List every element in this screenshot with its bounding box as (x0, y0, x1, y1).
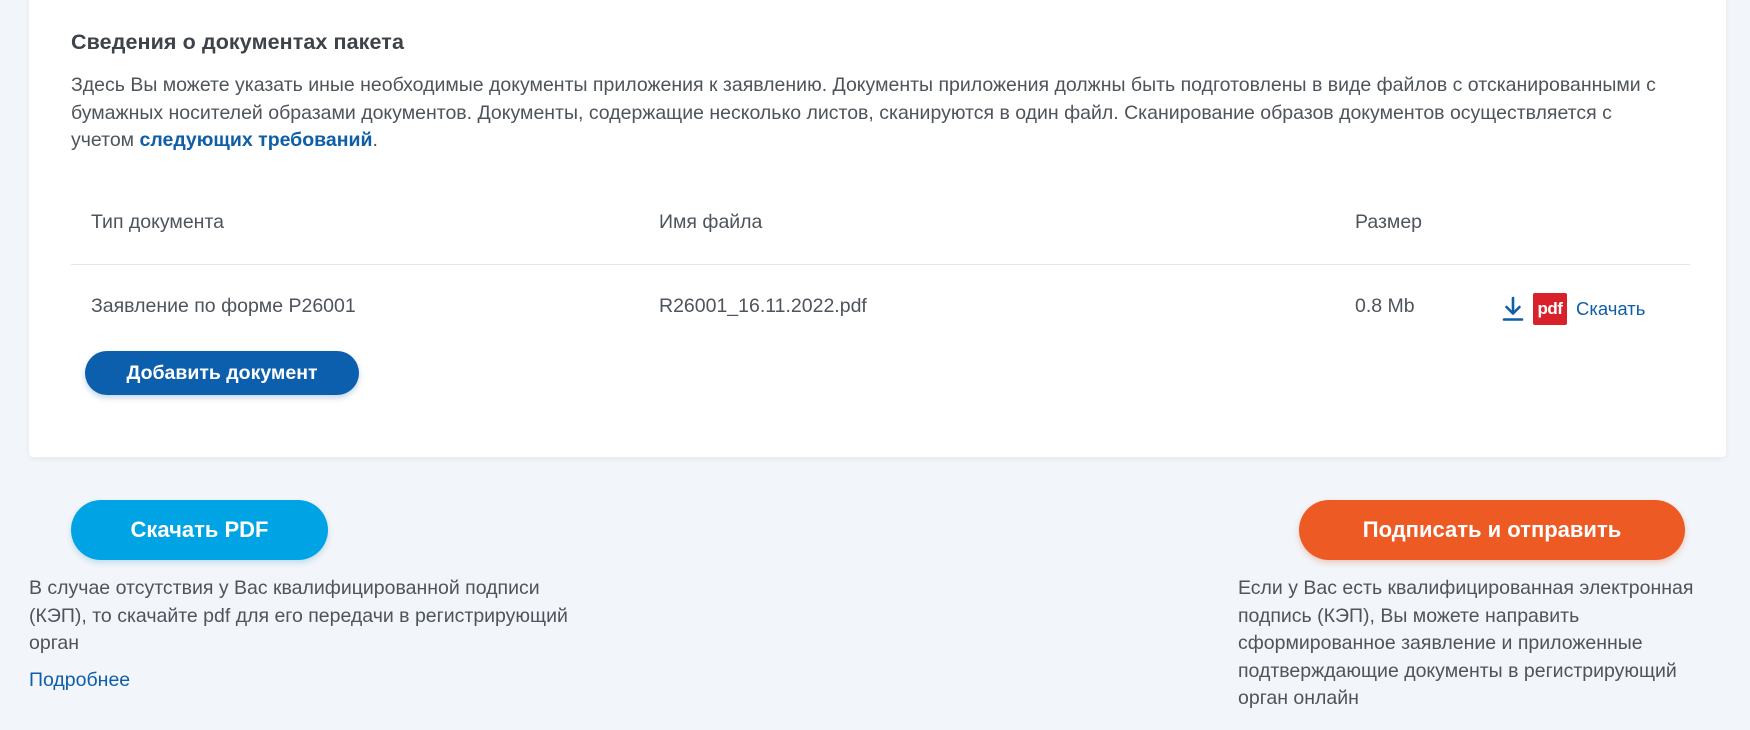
sign-and-send-note: Если у Вас есть квалифицированная электр… (1238, 577, 1694, 709)
description-end: . (372, 129, 378, 151)
table-divider (71, 264, 1690, 265)
column-header-doc-type: Тип документа (91, 211, 225, 233)
row-actions: pdf Скачать (1502, 293, 1645, 325)
column-header-file-name: Имя файла (659, 211, 763, 233)
requirements-link[interactable]: следующих требований (140, 129, 373, 151)
section-description: Здесь Вы можете указать иные необходимые… (71, 72, 1671, 155)
pdf-file-icon: pdf (1533, 293, 1567, 325)
download-icon[interactable] (1502, 296, 1524, 322)
section-title: Сведения о документах пакета (71, 30, 404, 54)
row-file-size: 0.8 Mb (1355, 295, 1415, 317)
row-doc-type: Заявление по форме Р26001 (91, 295, 356, 317)
sign-and-send-button[interactable]: Подписать и отправить (1299, 500, 1685, 560)
download-pdf-button[interactable]: Скачать PDF (71, 500, 328, 560)
add-document-button[interactable]: Добавить документ (85, 351, 359, 395)
download-pdf-note: В случае отсутствия у Вас квалифицирован… (29, 577, 568, 654)
row-file-name: R26001_16.11.2022.pdf (659, 295, 867, 317)
column-header-size: Размер (1355, 211, 1423, 233)
download-link[interactable]: Скачать (1576, 298, 1645, 320)
more-info-link[interactable]: Подробнее (29, 669, 130, 692)
